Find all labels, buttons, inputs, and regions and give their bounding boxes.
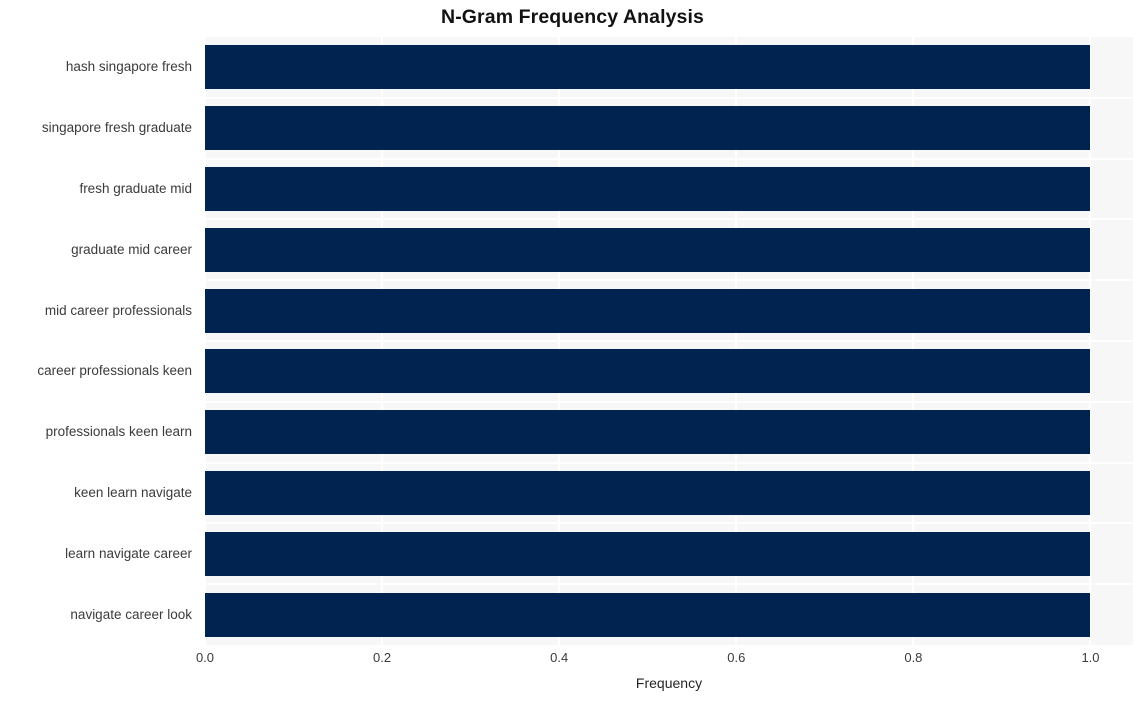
x-tick-label: 0.4 <box>550 650 569 665</box>
x-tick-label: 1.0 <box>1081 650 1100 665</box>
x-tick-label: 0.0 <box>195 650 215 665</box>
chart-figure: N-Gram Frequency Analysis hash singapore… <box>0 0 1145 701</box>
x-axis-tick-labels: 0.0 0.2 0.4 0.6 0.8 1.0 <box>0 0 1145 701</box>
x-tick-label: 0.8 <box>904 650 923 665</box>
x-tick-label: 0.2 <box>373 650 392 665</box>
x-tick-label: 0.6 <box>727 650 746 665</box>
x-axis-label: Frequency <box>635 675 703 691</box>
